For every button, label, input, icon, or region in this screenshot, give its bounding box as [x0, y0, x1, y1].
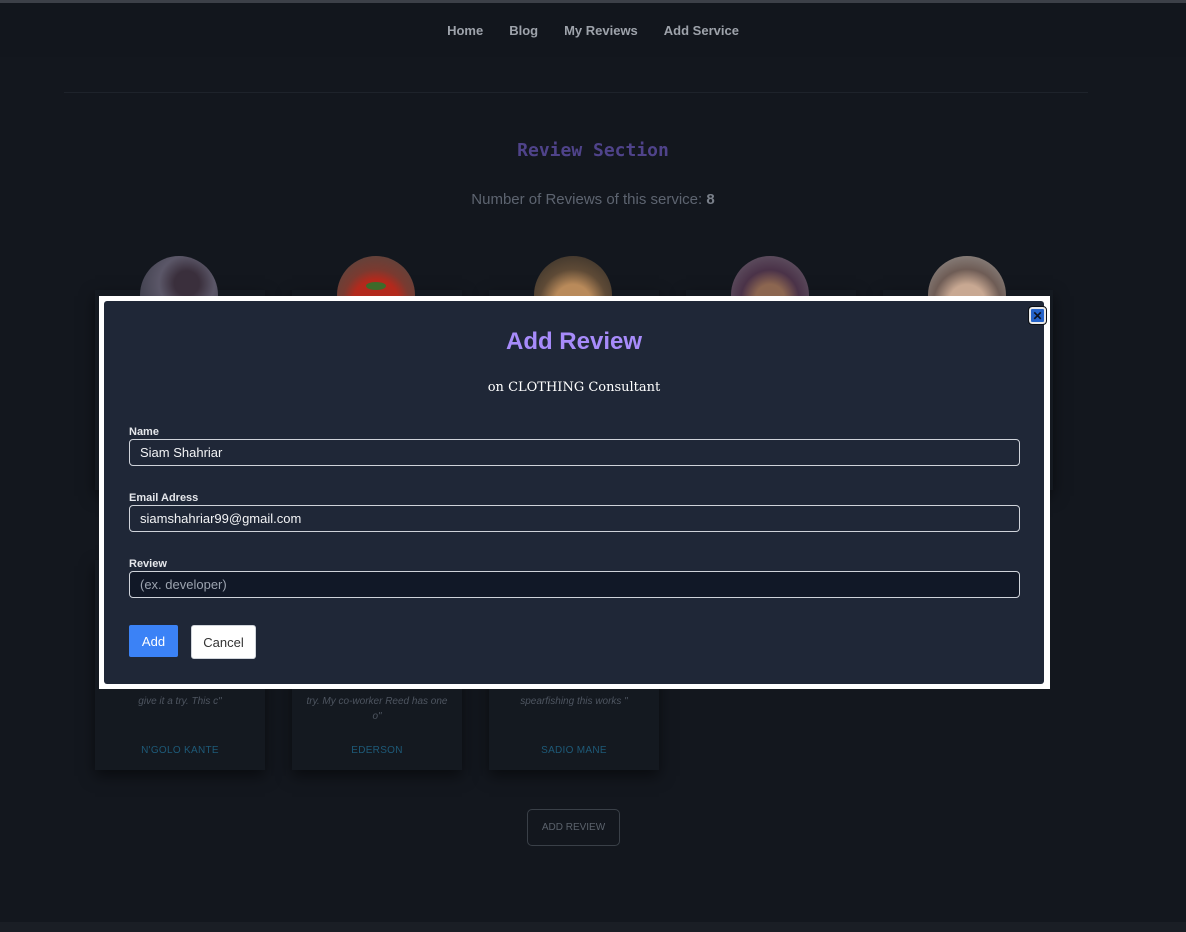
review-section-title: Review Section: [517, 140, 669, 161]
add-review-modal-frame: ✕ Add Review on CLOTHING Consultant Name…: [99, 296, 1050, 689]
section-divider: [64, 92, 1088, 93]
modal-subtitle: on CLOTHING Consultant: [487, 380, 661, 395]
review-card-text: give it a try. This c": [100, 694, 260, 709]
reviewer-name: EDERSON: [351, 745, 403, 756]
add-review-modal: ✕ Add Review on CLOTHING Consultant Name…: [104, 301, 1047, 684]
review-field[interactable]: [129, 571, 1020, 598]
close-icon: ✕: [1032, 308, 1043, 323]
review-card-text-line: o": [372, 711, 382, 722]
reviewer-name: N'GOLO KANTE: [141, 745, 219, 756]
modal-title: Add Review: [505, 328, 643, 355]
review-card-text-line: spearfishing this works ": [520, 696, 628, 707]
nav-add-service[interactable]: Add Service: [664, 23, 739, 38]
review-card-text: try. My co-worker Reed has one o": [297, 694, 457, 724]
review-card-text-line: give it a try. This c": [138, 696, 222, 707]
cancel-button[interactable]: Cancel: [191, 625, 256, 659]
nav-home[interactable]: Home: [447, 23, 483, 38]
nav-my-reviews[interactable]: My Reviews: [564, 23, 638, 38]
review-card-text-line: try. My co-worker Reed has one: [306, 696, 448, 707]
name-field[interactable]: [129, 439, 1020, 466]
review-count-value: 8: [706, 191, 715, 208]
nav-blog[interactable]: Blog: [509, 23, 538, 38]
top-navbar: Home Blog My Reviews Add Service: [0, 3, 1186, 57]
name-label: Name: [129, 426, 159, 438]
add-button[interactable]: Add: [129, 625, 178, 657]
review-label: Review: [129, 558, 167, 570]
review-count-line: Number of Reviews of this service: 8: [0, 191, 1186, 208]
review-count-label: Number of Reviews of this service:: [471, 191, 703, 208]
email-label: Email Adress: [129, 492, 199, 504]
add-review-button[interactable]: ADD REVIEW: [527, 809, 620, 846]
review-card-text: spearfishing this works ": [494, 694, 654, 709]
email-field[interactable]: [129, 505, 1020, 532]
footer-band: [0, 922, 1186, 932]
close-button[interactable]: ✕: [1028, 306, 1047, 325]
reviewer-name: SADIO MANE: [541, 745, 607, 756]
